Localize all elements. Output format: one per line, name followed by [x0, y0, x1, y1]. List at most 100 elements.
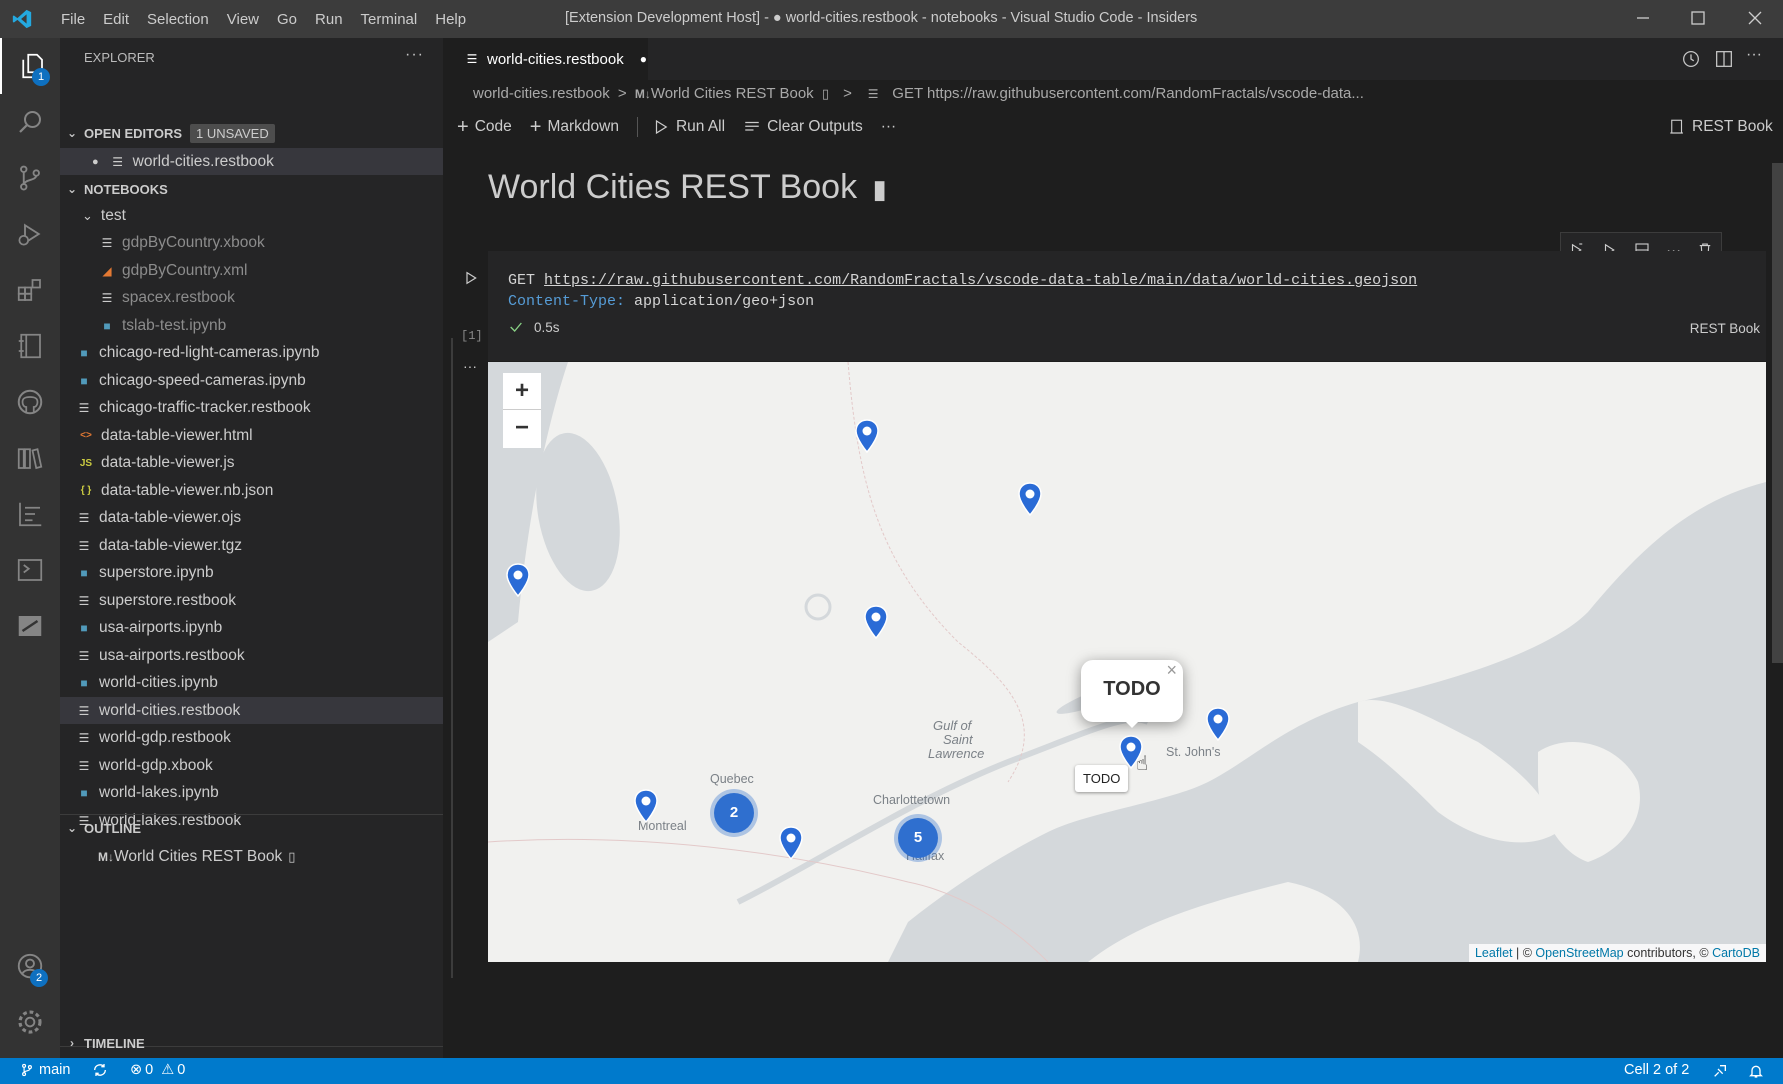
breadcrumb-request[interactable]: GET https://raw.githubusercontent.com/Ra…	[892, 85, 1364, 102]
tree-item[interactable]: ☰ world-gdp.xbook	[60, 752, 443, 779]
activity-library[interactable]	[0, 430, 60, 486]
map-marker-icon[interactable]	[505, 563, 531, 597]
tree-item[interactable]: ☰ world-gdp.restbook	[60, 725, 443, 752]
tree-item[interactable]: ☰ world-cities.restbook	[60, 697, 443, 724]
menu-help[interactable]: Help	[426, 11, 475, 28]
map-marker-icon[interactable]	[633, 789, 659, 823]
menu-edit[interactable]: Edit	[94, 11, 138, 28]
sync-button[interactable]	[92, 1062, 108, 1078]
open-editor-item[interactable]: ● ☰ world-cities.restbook	[60, 148, 443, 175]
branch-status[interactable]: main	[20, 1062, 70, 1078]
tree-folder[interactable]: ⌄ test	[60, 202, 443, 229]
tree-item[interactable]: ☰ gdpByCountry.xbook	[60, 230, 443, 257]
add-markdown-button[interactable]: + Markdown	[530, 116, 619, 139]
map-marker-icon[interactable]	[863, 605, 889, 639]
close-window-icon[interactable]	[1743, 6, 1767, 30]
breadcrumb-section[interactable]: World Cities REST Book	[651, 85, 814, 102]
menu-terminal[interactable]: Terminal	[352, 11, 427, 28]
activity-run-debug[interactable]	[0, 206, 60, 262]
history-icon[interactable]	[1680, 48, 1702, 70]
activity-remote-explorer[interactable]	[0, 542, 60, 598]
activity-manage[interactable]	[0, 994, 60, 1050]
osm-link[interactable]: OpenStreetMap	[1535, 946, 1623, 960]
marker-tooltip: TODO	[1075, 765, 1129, 792]
toolbar-more-button[interactable]: ···	[881, 118, 897, 136]
tree-item[interactable]: ■ superstore.ipynb	[60, 560, 443, 587]
tab-world-cities[interactable]: ☰ world-cities.restbook ●	[443, 38, 648, 80]
activity-explorer[interactable]: 1	[0, 38, 62, 94]
breadcrumb-file[interactable]: world-cities.restbook	[473, 85, 610, 102]
add-code-button[interactable]: + Code	[457, 116, 512, 139]
split-editor-icon[interactable]	[1713, 48, 1735, 70]
open-editors-section[interactable]: ⌄ OPEN EDITORS 1 UNSAVED	[60, 120, 443, 146]
code-cell[interactable]: GET https://raw.githubusercontent.com/Ra…	[488, 251, 1766, 361]
tree-item[interactable]: ☰ superstore.restbook	[60, 587, 443, 614]
tree-item[interactable]: <> data-table-viewer.html	[60, 422, 443, 449]
map-marker-icon[interactable]	[778, 826, 804, 860]
menu-run[interactable]: Run	[306, 11, 352, 28]
menu-go[interactable]: Go	[268, 11, 306, 28]
cell-language[interactable]: REST Book	[1690, 321, 1760, 336]
chevron-down-icon: ⌄	[82, 207, 93, 223]
cell-indicator[interactable]: Cell 2 of 2	[1624, 1062, 1689, 1078]
popup-close-button[interactable]: ×	[1166, 660, 1177, 681]
outline-item[interactable]: M↓ World Cities REST Book ▯	[60, 843, 443, 870]
tree-item[interactable]: JS data-table-viewer.js	[60, 450, 443, 477]
tree-item[interactable]: ■ world-lakes.ipynb	[60, 780, 443, 807]
explorer-more-icon[interactable]: ···	[405, 46, 424, 64]
run-cell-icon[interactable]	[463, 270, 479, 286]
problems-status[interactable]: ⊗ 0 ⚠ 0	[130, 1062, 185, 1078]
activity-preview[interactable]	[0, 598, 60, 654]
carto-link[interactable]: CartoDB	[1712, 946, 1760, 960]
run-all-button[interactable]: Run All	[652, 118, 725, 136]
tree-item[interactable]: ■ chicago-red-light-cameras.ipynb	[60, 340, 443, 367]
map-marker-icon[interactable]	[854, 419, 880, 453]
leaflet-link[interactable]: Leaflet	[1475, 946, 1513, 960]
menu-view[interactable]: View	[218, 11, 268, 28]
map-marker-icon[interactable]	[1205, 707, 1231, 741]
outline-section[interactable]: ⌄ OUTLINE	[60, 815, 443, 841]
tree-item[interactable]: { } data-table-viewer.nb.json	[60, 477, 443, 504]
notifications-icon[interactable]	[1748, 1063, 1764, 1079]
execution-count: [1]	[461, 329, 483, 343]
tree-item[interactable]: ■ tslab-test.ipynb	[60, 312, 443, 339]
marker-cluster[interactable]: 2	[714, 793, 754, 833]
zoom-in-button[interactable]: +	[503, 373, 541, 411]
tree-item[interactable]: ■ world-cities.ipynb	[60, 670, 443, 697]
unsaved-dot-icon[interactable]: ●	[640, 52, 647, 66]
tree-item[interactable]: ◢ gdpByCountry.xml	[60, 257, 443, 284]
map-marker-icon[interactable]	[1017, 482, 1043, 516]
clear-outputs-button[interactable]: Clear Outputs	[743, 118, 863, 136]
output-more-icon[interactable]: ···	[463, 358, 477, 374]
minimize-icon[interactable]	[1631, 6, 1655, 30]
menu-selection[interactable]: Selection	[138, 11, 218, 28]
zoom-out-button[interactable]: −	[503, 409, 541, 448]
tree-item[interactable]: ■ chicago-speed-cameras.ipynb	[60, 367, 443, 394]
leaflet-map[interactable]: + − Quebec Montreal Charlottetown Halifa…	[488, 362, 1766, 962]
marker-cluster[interactable]: 5	[898, 818, 938, 858]
editor-scrollbar[interactable]	[1772, 163, 1783, 663]
tree-item-label: world-cities.restbook	[99, 701, 241, 719]
activity-github[interactable]	[0, 374, 60, 430]
tree-item[interactable]: ☰ chicago-traffic-tracker.restbook	[60, 395, 443, 422]
activity-accounts[interactable]: 2	[0, 938, 60, 994]
notebooks-section[interactable]: ⌄ NOTEBOOKS	[60, 176, 443, 202]
request-url[interactable]: https://raw.githubusercontent.com/Random…	[544, 272, 1417, 289]
tree-item[interactable]: ☰ spacex.restbook	[60, 285, 443, 312]
feedback-icon[interactable]	[1712, 1063, 1728, 1079]
activity-testing[interactable]	[0, 486, 60, 542]
activity-extensions[interactable]	[0, 262, 60, 318]
activity-search[interactable]	[0, 94, 60, 150]
tree-item[interactable]: ☰ data-table-viewer.ojs	[60, 505, 443, 532]
editor-more-icon[interactable]: ···	[1746, 46, 1762, 64]
activity-source-control[interactable]	[0, 150, 60, 206]
menu-file[interactable]: File	[52, 11, 94, 28]
tree-item[interactable]: ☰ usa-airports.restbook	[60, 642, 443, 669]
kernel-picker[interactable]: REST Book	[1668, 118, 1773, 136]
activity-notebooks[interactable]	[0, 318, 60, 374]
tree-item[interactable]: ■ usa-airports.ipynb	[60, 615, 443, 642]
maximize-icon[interactable]	[1686, 6, 1710, 30]
markdown-heading[interactable]: World Cities REST Book ▮	[488, 168, 887, 207]
timeline-section[interactable]: › TIMELINE	[60, 1030, 443, 1056]
tree-item[interactable]: ☰ data-table-viewer.tgz	[60, 532, 443, 559]
